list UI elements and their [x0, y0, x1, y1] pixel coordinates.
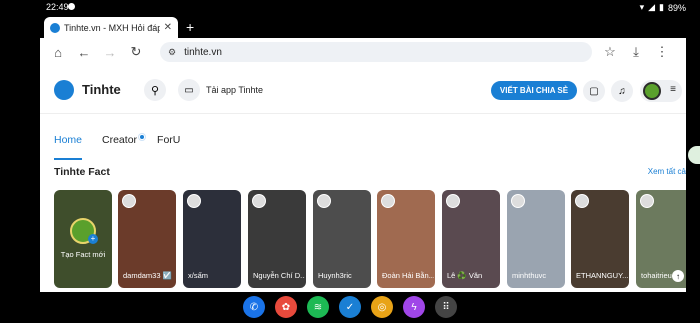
card-author: Lê ♻️ Văn: [447, 271, 483, 280]
hamburger-menu-icon: ≡: [670, 84, 676, 95]
tinhte-icon[interactable]: ✓: [339, 296, 361, 318]
card-avatar: [252, 194, 266, 208]
tinhte-logo-icon[interactable]: [54, 80, 74, 100]
card-author: damdam33 ☑️: [123, 271, 172, 280]
url-text: tinhte.vn: [184, 46, 222, 58]
card-avatar: [122, 194, 136, 208]
card-avatar: [446, 194, 460, 208]
app-dock: ✆ ✿ ≋ ✓ ◎ ϟ ⠿: [236, 294, 464, 320]
site-header: Tinhte ⚲ ▭ Tải app Tinhte VIẾT BÀI CHIA …: [40, 66, 686, 114]
card-author: ETHANNGUY...: [576, 271, 628, 280]
photos-icon[interactable]: ✿: [275, 296, 297, 318]
address-bar[interactable]: ⚙ tinhte.vn: [160, 42, 592, 62]
tab-foru[interactable]: ForU: [157, 134, 180, 154]
fact-card[interactable]: x/sấm: [183, 190, 241, 288]
back-icon[interactable]: ←: [74, 42, 94, 62]
card-avatar: [640, 194, 654, 208]
card-avatar: [317, 194, 331, 208]
messenger-icon[interactable]: ϟ: [403, 296, 425, 318]
app-download-button[interactable]: ▭: [178, 79, 200, 101]
create-fact-label: Tạo Fact mới: [60, 250, 106, 259]
home-icon[interactable]: ⌂: [48, 42, 68, 62]
tab-title: Tinhte.vn - MXH Hỏi đáp, Re: [64, 22, 160, 33]
devices-icon: ▭: [184, 84, 194, 96]
forward-icon[interactable]: →: [100, 42, 120, 62]
battery-icon: ▮: [659, 2, 664, 12]
search-icon: ⚲: [150, 84, 160, 97]
chat-icon: ▢: [589, 85, 599, 97]
tab-close-icon[interactable]: ✕: [164, 22, 172, 33]
side-panel-handle[interactable]: [688, 146, 700, 164]
site-info-icon[interactable]: ⚙: [168, 47, 176, 58]
card-avatar: [381, 194, 395, 208]
tab-favicon-icon: [50, 22, 60, 33]
card-avatar: [511, 194, 525, 208]
fact-card[interactable]: damdam33 ☑️: [118, 190, 176, 288]
download-icon[interactable]: ⤓: [626, 42, 646, 62]
spotify-icon[interactable]: ≋: [307, 296, 329, 318]
write-post-button[interactable]: VIẾT BÀI CHIA SẺ: [491, 81, 577, 100]
wifi-icon: ▾: [639, 2, 645, 12]
signal-icon: ◢: [648, 2, 656, 12]
card-avatar: [575, 194, 589, 208]
fact-card[interactable]: Huynh3ric: [313, 190, 371, 288]
card-author: Huynh3ric: [318, 271, 352, 280]
browser-toolbar: ⌂ ← → ↻ ⚙ tinhte.vn ☆ ⤓ ⋮: [40, 38, 686, 66]
fact-card[interactable]: minhthuvc: [507, 190, 565, 288]
scroll-to-top-icon[interactable]: ↑: [672, 270, 684, 282]
bell-icon: ♫: [618, 85, 626, 97]
fact-cards-row: + Tạo Fact mới damdam33 ☑️ x/sấm Nguyễn …: [54, 190, 686, 288]
apps-icon[interactable]: ⠿: [435, 296, 457, 318]
section-title: Tinhte Fact: [54, 166, 110, 178]
status-bar: 22:49 ▾ ◢ ▮ 89%: [0, 0, 700, 14]
status-right: ▾ ◢ ▮ 89%: [640, 2, 686, 13]
phone-icon[interactable]: ✆: [243, 296, 265, 318]
bookmark-star-icon[interactable]: ☆: [600, 42, 620, 62]
app-download-label[interactable]: Tải app Tinhte: [206, 85, 263, 95]
card-avatar: [187, 194, 201, 208]
search-button[interactable]: ⚲: [144, 79, 166, 101]
card-author: minhthuvc: [512, 271, 547, 280]
fact-card[interactable]: Đoàn Hải Bằn...: [377, 190, 435, 288]
browser-tab[interactable]: Tinhte.vn - MXH Hỏi đáp, Re ✕: [44, 17, 178, 38]
fact-card[interactable]: ETHANNGUY...: [571, 190, 629, 288]
card-author: Đoàn Hải Bằn...: [382, 271, 434, 280]
notification-icon: [68, 3, 75, 10]
home-nav-tabs: Home Creator ForU: [54, 134, 200, 160]
new-tab-button[interactable]: +: [186, 19, 194, 35]
tab-creator-label: Creator: [102, 134, 138, 146]
avatar: [643, 82, 661, 100]
reload-icon[interactable]: ↻: [126, 42, 146, 62]
browser-menu-icon[interactable]: ⋮: [652, 42, 672, 62]
fact-card[interactable]: Nguyễn Chí D...: [248, 190, 306, 288]
see-all-link[interactable]: Xem tất cả: [648, 167, 686, 176]
user-menu-button[interactable]: ≡: [640, 80, 682, 102]
site-logo-text[interactable]: Tinhte: [82, 82, 121, 97]
tab-creator[interactable]: Creator: [102, 134, 146, 154]
tab-home[interactable]: Home: [54, 134, 83, 160]
status-time: 22:49: [46, 2, 69, 12]
chat-button[interactable]: ▢: [583, 80, 605, 102]
fact-card[interactable]: Lê ♻️ Văn: [442, 190, 500, 288]
chrome-icon[interactable]: ◎: [371, 296, 393, 318]
web-page: Tinhte ⚲ ▭ Tải app Tinhte VIẾT BÀI CHIA …: [40, 66, 686, 292]
card-author: x/sấm: [188, 271, 209, 280]
browser-tabstrip: Tinhte.vn - MXH Hỏi đáp, Re ✕ +: [0, 14, 700, 38]
new-content-dot-icon: [139, 134, 146, 140]
battery-level: 89%: [667, 2, 686, 13]
plus-icon: +: [88, 234, 98, 244]
create-fact-card[interactable]: + Tạo Fact mới: [54, 190, 112, 288]
card-author: Nguyễn Chí D...: [253, 271, 305, 280]
notifications-button[interactable]: ♫: [611, 80, 633, 102]
